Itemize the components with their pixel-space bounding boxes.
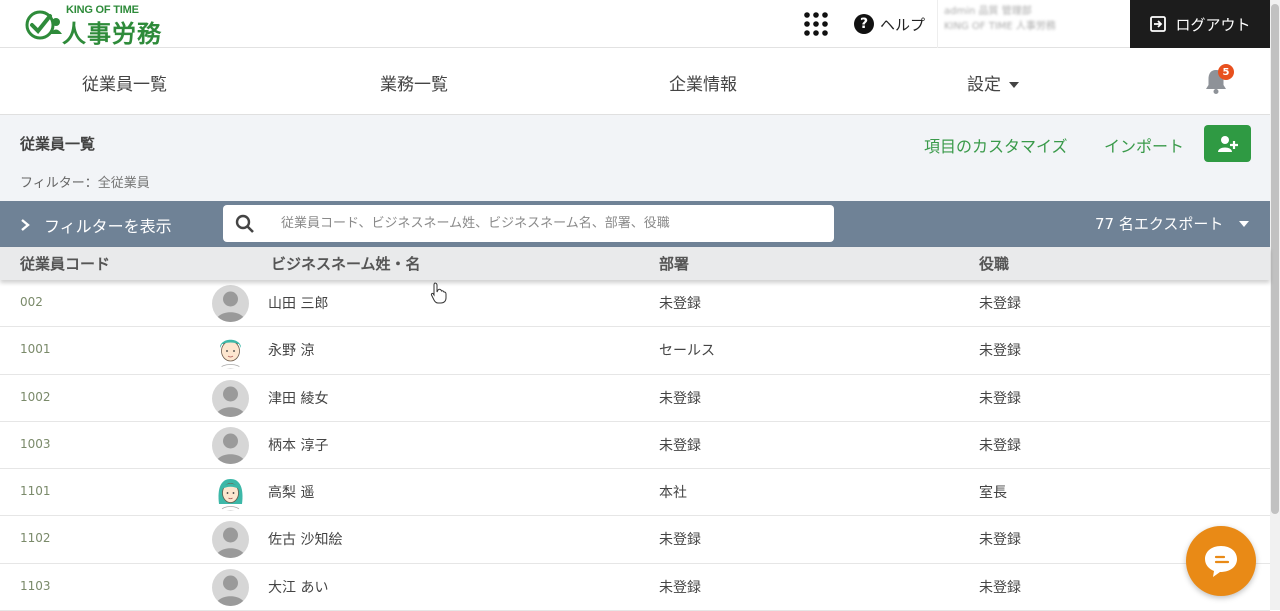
chevron-down-icon xyxy=(1009,82,1019,88)
help-label: ヘルプ xyxy=(880,15,926,34)
user-info: admin 品質 管理部 KING OF TIME 人事労務 xyxy=(937,0,1130,48)
chat-support-button[interactable] xyxy=(1186,526,1256,596)
employee-position: 室長 xyxy=(979,485,1007,502)
employee-code: 1101 xyxy=(20,484,51,499)
table-row[interactable]: 002 山田 三郎 未登録 未登録 xyxy=(0,280,1270,328)
employee-position: 未登録 xyxy=(979,343,1021,360)
employee-dept: 未登録 xyxy=(659,296,701,312)
chevron-right-icon xyxy=(21,219,30,231)
app-logo[interactable]: KING OF TIME 人事労務 xyxy=(24,4,174,48)
column-header-position[interactable]: 役職 xyxy=(979,253,1009,274)
nav-settings[interactable]: 設定 xyxy=(967,70,1019,95)
column-header-dept[interactable]: 部署 xyxy=(659,253,689,274)
default-avatar-icon xyxy=(212,521,249,559)
logo-brand-main: 人事労務 xyxy=(62,20,162,48)
search-icon xyxy=(235,214,254,233)
column-header-name[interactable]: ビジネスネーム姓・名 xyxy=(271,253,421,274)
nav-settings-label: 設定 xyxy=(967,75,1001,95)
logo-check-icon xyxy=(25,10,62,40)
nav-employees[interactable]: 従業員一覧 xyxy=(82,70,167,95)
export-label: 77 名エクスポート xyxy=(1095,215,1224,233)
page-title: 従業員一覧 xyxy=(20,135,96,153)
logout-icon xyxy=(1150,16,1167,32)
employee-name: 大江 あい xyxy=(268,579,329,596)
employee-code: 1003 xyxy=(20,436,51,451)
nav-tasks[interactable]: 業務一覧 xyxy=(380,70,448,95)
employee-position: 未登録 xyxy=(979,437,1021,454)
employee-dept: 本社 xyxy=(659,485,687,502)
add-employee-button[interactable] xyxy=(1204,125,1251,162)
default-avatar-icon xyxy=(212,568,249,606)
employee-position: 未登録 xyxy=(979,296,1021,312)
employee-position: 未登録 xyxy=(979,532,1021,549)
page-scrollbar[interactable] xyxy=(1270,0,1280,610)
female-avatar-icon xyxy=(212,474,249,512)
user-line-1: admin 品質 管理部 xyxy=(944,6,1032,17)
user-line-2: KING OF TIME 人事労務 xyxy=(944,21,1056,32)
hand-cursor-icon xyxy=(430,282,447,304)
top-header: KING OF TIME 人事労務 ? ヘルプ admin 品質 管理部 KIN… xyxy=(0,0,1270,48)
column-header-code[interactable]: 従業員コード xyxy=(20,253,110,274)
search-input[interactable] xyxy=(281,209,821,237)
male-avatar-icon xyxy=(212,332,249,370)
table-row[interactable]: 1103 大江 あい 未登録 未登録 xyxy=(0,563,1270,611)
employee-dept: 未登録 xyxy=(659,579,701,596)
notification-badge: 5 xyxy=(1218,64,1234,80)
nav-company[interactable]: 企業情報 xyxy=(669,70,737,95)
table-row[interactable]: 1102 佐古 沙知絵 未登録 未登録 xyxy=(0,516,1270,564)
table-row[interactable]: 1003 柄本 淳子 未登録 未登録 xyxy=(0,421,1270,470)
show-filter-toggle[interactable]: フィルターを表示 xyxy=(20,213,172,237)
table-header: 従業員コード ビジネスネーム姓・名 部署 役職 xyxy=(0,247,1270,280)
employee-code: 1103 xyxy=(20,578,51,593)
employee-name: 高梨 遥 xyxy=(268,485,315,502)
add-user-icon xyxy=(1217,135,1238,152)
employee-name: 山田 三郎 xyxy=(268,296,329,312)
employee-name: 柄本 淳子 xyxy=(268,437,329,454)
chat-bubble-icon xyxy=(1205,546,1237,577)
employee-code: 1002 xyxy=(20,389,51,404)
apps-grid-icon[interactable] xyxy=(802,10,830,38)
filter-key: フィルター： xyxy=(20,176,98,191)
employee-dept: 未登録 xyxy=(659,532,701,549)
logout-button[interactable]: ログアウト xyxy=(1130,0,1270,48)
employee-name: 佐古 沙知絵 xyxy=(268,532,343,549)
search-box xyxy=(223,205,834,242)
employee-name: 津田 綾女 xyxy=(268,390,329,407)
default-avatar-icon xyxy=(212,379,249,417)
import-link[interactable]: インポート xyxy=(1104,133,1184,157)
scrollbar-thumb[interactable] xyxy=(1271,4,1279,514)
employee-table-body: 002 山田 三郎 未登録 未登録 1001 永野 涼 セールス 未登録 100… xyxy=(0,280,1270,611)
chevron-down-icon xyxy=(1239,220,1250,227)
table-row[interactable]: 1002 津田 綾女 未登録 未登録 xyxy=(0,374,1270,422)
table-row[interactable]: 1001 永野 涼 セールス 未登録 xyxy=(0,327,1270,375)
default-avatar-icon xyxy=(212,426,249,464)
page-subheader: 従業員一覧 フィルター：全従業員 項目のカスタマイズ インポート xyxy=(0,115,1270,201)
help-link[interactable]: ? ヘルプ xyxy=(854,12,925,36)
employee-dept: 未登録 xyxy=(659,390,701,407)
employee-code: 002 xyxy=(20,295,43,309)
main-nav: 従業員一覧 業務一覧 企業情報 設定 5 xyxy=(0,48,1270,115)
customize-columns-link[interactable]: 項目のカスタマイズ xyxy=(924,133,1068,157)
filter-bar: フィルターを表示 77 名エクスポート xyxy=(0,201,1270,247)
logout-label: ログアウト xyxy=(1175,15,1251,34)
show-filter-label: フィルターを表示 xyxy=(44,217,172,236)
employee-code: 1001 xyxy=(20,342,51,357)
employee-dept: 未登録 xyxy=(659,437,701,454)
current-filter: フィルター：全従業員 xyxy=(20,172,150,191)
filter-value: 全従業員 xyxy=(97,176,150,191)
employee-position: 未登録 xyxy=(979,579,1021,596)
employee-code: 1102 xyxy=(20,531,51,546)
employee-name: 永野 涼 xyxy=(268,343,315,360)
default-avatar-icon xyxy=(212,285,249,322)
help-icon: ? xyxy=(854,14,874,34)
employee-position: 未登録 xyxy=(979,390,1021,407)
table-row[interactable]: 1101 高梨 遥 本社 室長 xyxy=(0,469,1270,517)
employee-dept: セールス xyxy=(659,343,715,360)
export-dropdown[interactable]: 77 名エクスポート xyxy=(1095,213,1250,234)
